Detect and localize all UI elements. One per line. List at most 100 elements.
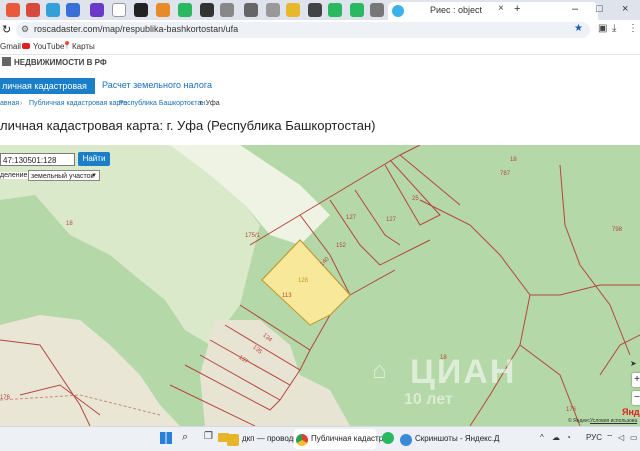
map-canvas[interactable]	[0, 145, 640, 426]
parcel-label: 176	[566, 407, 577, 413]
tab-favicon[interactable]	[46, 3, 60, 17]
search-icon[interactable]: ⌕	[182, 431, 188, 444]
tab-favicon[interactable]	[328, 3, 342, 17]
tab-land-tax-calc[interactable]: Расчет земельного налога	[102, 80, 212, 90]
logo-text: НЕДВИЖИМОСТИ В РФ	[14, 58, 107, 67]
breadcrumb-separator: ›	[191, 100, 194, 107]
network-icon[interactable]: ◔	[566, 433, 571, 442]
windows-start-icon[interactable]	[160, 432, 172, 444]
parcel-label: 18	[66, 221, 73, 227]
watermark: ЦИАН	[410, 353, 517, 391]
tab-favicon[interactable]	[350, 3, 364, 17]
tab-favicon[interactable]	[66, 3, 80, 17]
taskbar-app-browser[interactable]: Публичная кадастра	[294, 429, 388, 449]
bookmark-gmail[interactable]: Gmail	[0, 42, 21, 51]
site-info-icon[interactable]: ⚙	[21, 24, 29, 35]
task-view-icon[interactable]: ❐	[204, 431, 213, 442]
tray-chevron-icon[interactable]: ^	[540, 433, 544, 442]
parcel-label: 127	[386, 217, 397, 223]
zoom-out-button[interactable]: −	[632, 391, 640, 405]
tab-favicon[interactable]	[178, 3, 192, 17]
tab-favicon[interactable]	[220, 3, 234, 17]
browser-toolbar: ↻ ⚙ roscadaster.com/map/respublika-bashk…	[0, 20, 640, 40]
tab-favicon[interactable]	[134, 3, 148, 17]
watermark-subtitle: 10 лет	[404, 391, 453, 408]
menu-icon[interactable]: ⋮	[628, 23, 638, 34]
tab-favicon[interactable]	[266, 3, 280, 17]
breadcrumb-separator: ›	[110, 100, 113, 107]
zoom-in-button[interactable]: +	[632, 373, 640, 387]
tab-favicon[interactable]	[156, 3, 170, 17]
tab-close-icon[interactable]: ×	[498, 3, 504, 14]
tab-favicon[interactable]	[308, 3, 322, 17]
speaker-icon[interactable]: ◁	[618, 433, 624, 442]
tab-favicon[interactable]	[244, 3, 258, 17]
site-header: НЕДВИЖИМОСТИ В РФ личная кадастровая кар…	[0, 55, 640, 150]
cadastral-number-input[interactable]: 47:130501:128	[0, 153, 75, 166]
close-window-button[interactable]: ×	[622, 3, 628, 15]
taskbar-app-yandex-disk[interactable]: Скриншоты - Яндекс.Д	[398, 429, 499, 449]
cadastral-map[interactable]: 175/1 127 127 25 152 140 128 113 134 135…	[0, 145, 640, 426]
extensions-icon[interactable]: ▣	[598, 23, 607, 34]
parcel-label: 798	[612, 227, 623, 233]
whatsapp-icon[interactable]	[382, 432, 394, 444]
maximize-button[interactable]: □	[596, 3, 603, 15]
new-tab-button[interactable]: +	[514, 3, 520, 15]
browser-tab-strip: Риес : object × + – □ ×	[0, 0, 640, 20]
windows-taskbar: ⌕ ❐ дкп — проводник Публичная кадастра С…	[0, 426, 640, 451]
breadcrumb-home[interactable]: авная	[0, 100, 19, 107]
chevron-down-icon: ▼	[91, 173, 97, 179]
taskbar-app-explorer[interactable]: дкп — проводник	[225, 429, 306, 449]
parcel-label: 127	[346, 215, 357, 221]
tab-public-cadastral-map[interactable]: личная кадастровая карта	[0, 78, 95, 107]
tab-title: Риес : object	[430, 5, 483, 15]
bookmark-star-icon[interactable]: ★	[574, 23, 583, 34]
reload-icon[interactable]: ↻	[2, 23, 11, 36]
parcel-label: 176	[0, 395, 11, 401]
parcel-label: 152	[336, 243, 347, 249]
youtube-icon	[22, 43, 30, 49]
tab-favicon[interactable]	[90, 3, 104, 17]
tab-favicon	[392, 5, 404, 17]
address-bar[interactable]: ⚙ roscadaster.com/map/respublika-bashkor…	[16, 22, 590, 38]
tab-active[interactable]: Риес : object	[388, 2, 598, 20]
battery-icon[interactable]: ▭	[630, 433, 638, 442]
type-label: деление:	[0, 172, 30, 179]
parcel-label: 787	[500, 171, 511, 177]
chrome-icon	[296, 434, 308, 446]
maps-pin-icon: 📍	[62, 41, 72, 50]
map-attribution: © Яндекс	[568, 418, 590, 424]
cloud-icon[interactable]: ☁	[552, 433, 560, 442]
bookmark-youtube[interactable]: YouTube	[33, 42, 64, 51]
tab-favicon[interactable]	[200, 3, 214, 17]
object-type-value: земельный участок	[31, 173, 94, 180]
tab-favicon[interactable]	[112, 3, 126, 17]
language-indicator[interactable]: РУС	[586, 433, 602, 442]
watermark-logo-icon: ⌂	[372, 357, 387, 384]
tab-favicon[interactable]	[6, 3, 20, 17]
yandex-disk-icon	[400, 434, 412, 446]
logo-icon	[2, 57, 11, 66]
tab-favicon[interactable]	[26, 3, 40, 17]
breadcrumb-map[interactable]: Публичная кадастровая карта	[29, 100, 127, 107]
bookmark-maps[interactable]: Карты	[72, 42, 95, 51]
minimize-button[interactable]: –	[572, 3, 578, 15]
breadcrumb-city: г. Уфа	[200, 100, 220, 107]
locate-icon[interactable]: ➤	[630, 359, 637, 368]
tab-favicon[interactable]	[370, 3, 384, 17]
downloads-icon[interactable]: ⤓	[612, 23, 616, 34]
parcel-label: 18	[510, 157, 517, 163]
wifi-icon[interactable]: ⌔	[606, 433, 614, 443]
find-button[interactable]: Найти	[78, 152, 110, 166]
folder-icon	[227, 434, 239, 446]
taskbar-app-label: Публичная кадастра	[311, 434, 388, 443]
terms-link[interactable]: Условия использова	[590, 418, 637, 424]
parcel-label: 113	[282, 293, 292, 299]
parcel-label: 175/1	[245, 233, 261, 239]
taskbar-app-label: Скриншоты - Яндекс.Д	[415, 434, 500, 443]
bookmarks-bar: Gmail YouTube 📍 Карты	[0, 40, 640, 55]
object-type-select[interactable]: земельный участок ▼	[28, 170, 100, 181]
tab-favicon[interactable]	[286, 3, 300, 17]
parcel-label: 25	[412, 196, 419, 202]
yandex-logo: Янде	[622, 407, 640, 417]
